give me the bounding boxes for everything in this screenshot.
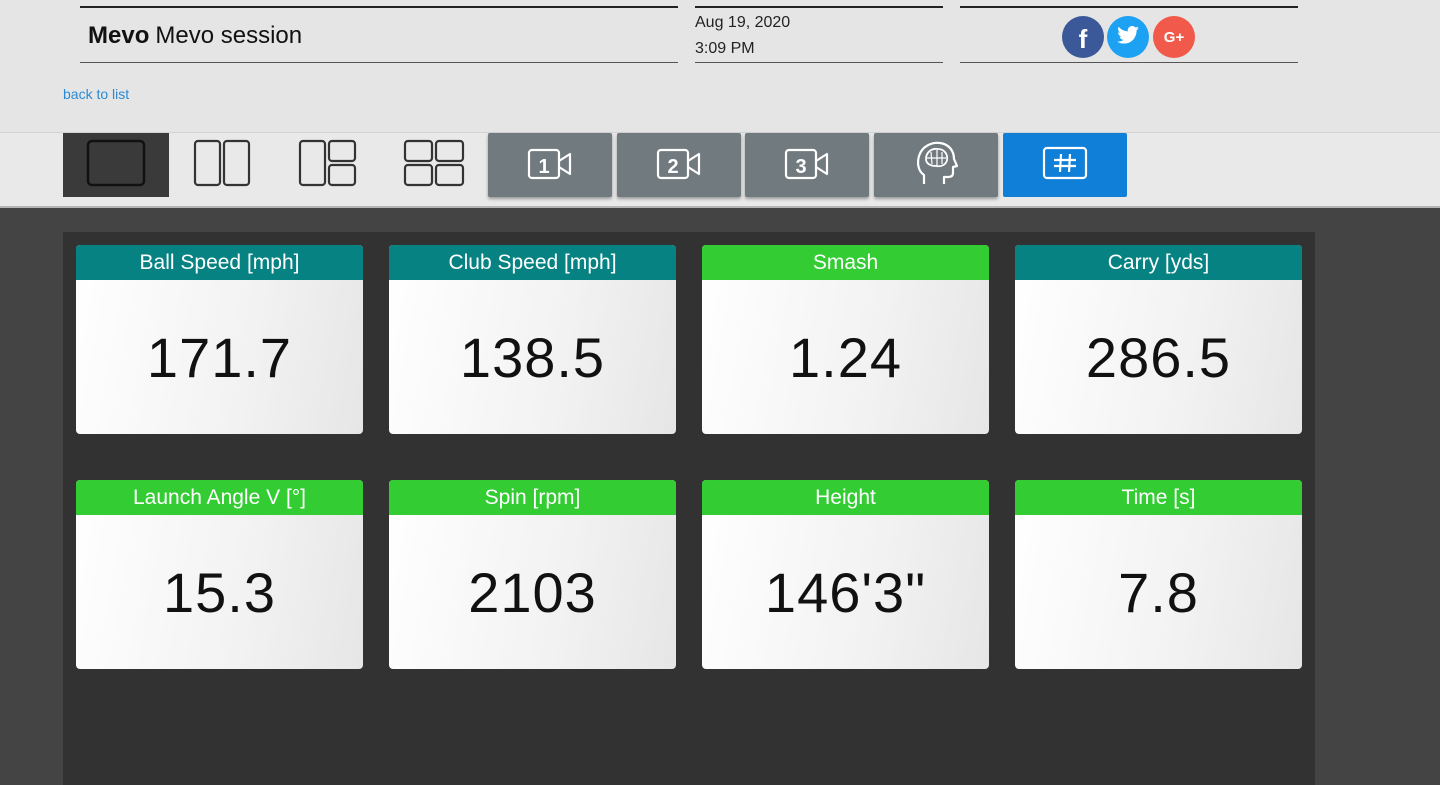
metric-label: Ball Speed [mph] <box>76 245 363 280</box>
layout-three-pane-button[interactable] <box>275 133 381 197</box>
twitter-share-button[interactable] <box>1107 16 1149 58</box>
session-date: Aug 19, 2020 <box>695 14 791 31</box>
metric-label: Height <box>702 480 989 515</box>
session-time: 3:09 PM <box>695 40 755 57</box>
svg-text:2: 2 <box>667 156 678 178</box>
view-toolbar: 1 2 3 <box>0 132 1440 208</box>
brand-name: Mevo <box>88 22 150 49</box>
page-title: Mevo Mevo session <box>88 22 302 50</box>
session-name: Mevo session <box>155 22 303 49</box>
metric-value: 2103 <box>468 560 597 624</box>
metric-label: Time [s] <box>1015 480 1302 515</box>
camera-2-button[interactable]: 2 <box>617 133 741 197</box>
share-box: f G+ <box>960 6 1298 63</box>
camera-2-icon: 2 <box>655 145 703 186</box>
camera-3-icon: 3 <box>783 145 831 186</box>
metric-value: 171.7 <box>146 325 293 389</box>
layout-single-button[interactable] <box>63 133 169 197</box>
camera-1-button[interactable]: 1 <box>488 133 612 197</box>
three-pane-layout-icon <box>297 138 359 193</box>
metric-value: 7.8 <box>1118 560 1199 624</box>
session-datetime-box: Aug 19, 2020 3:09 PM <box>695 6 943 63</box>
google-plus-icon: G+ <box>1163 28 1185 46</box>
metric-label: Launch Angle V [°] <box>76 480 363 515</box>
metric-label: Club Speed [mph] <box>389 245 676 280</box>
metric-card-spin: Spin [rpm] 2103 <box>389 480 676 669</box>
metric-value: 146'3" <box>764 560 927 624</box>
back-to-list-link[interactable]: back to list <box>63 86 129 102</box>
metric-card-smash: Smash 1.24 <box>702 245 989 434</box>
layout-four-pane-button[interactable] <box>381 133 487 197</box>
metrics-panel: Ball Speed [mph] 171.7 Club Speed [mph] … <box>63 232 1315 785</box>
metric-value: 138.5 <box>459 325 606 389</box>
camera-3-button[interactable]: 3 <box>745 133 869 197</box>
metric-label: Spin [rpm] <box>389 480 676 515</box>
single-pane-layout-icon <box>85 138 147 193</box>
twitter-icon <box>1117 25 1139 49</box>
svg-text:3: 3 <box>795 156 806 178</box>
camera-1-icon: 1 <box>526 145 574 186</box>
metric-card-club-speed: Club Speed [mph] 138.5 <box>389 245 676 434</box>
metric-value: 286.5 <box>1085 325 1232 389</box>
facebook-share-button[interactable]: f <box>1062 16 1104 58</box>
layout-two-pane-button[interactable] <box>169 133 275 197</box>
grid-hash-icon <box>1041 145 1089 186</box>
google-plus-share-button[interactable]: G+ <box>1153 16 1195 58</box>
metric-value: 15.3 <box>163 560 276 624</box>
metrics-grid-button[interactable] <box>1003 133 1127 197</box>
svg-text:1: 1 <box>538 156 549 178</box>
metric-label: Smash <box>702 245 989 280</box>
brain-head-icon <box>914 139 959 192</box>
analysis-button[interactable] <box>874 133 998 197</box>
two-pane-layout-icon <box>191 138 253 193</box>
metric-label: Carry [yds] <box>1015 245 1302 280</box>
metric-card-height: Height 146'3" <box>702 480 989 669</box>
session-title-box: Mevo Mevo session <box>80 6 678 63</box>
metric-card-time: Time [s] 7.8 <box>1015 480 1302 669</box>
session-header: Mevo Mevo session Aug 19, 2020 3:09 PM f … <box>0 0 1440 132</box>
metric-card-carry: Carry [yds] 286.5 <box>1015 245 1302 434</box>
metric-card-ball-speed: Ball Speed [mph] 171.7 <box>76 245 363 434</box>
metric-value: 1.24 <box>789 325 902 389</box>
facebook-icon: f <box>1078 24 1088 54</box>
four-pane-layout-icon <box>403 138 465 193</box>
metric-card-launch-angle: Launch Angle V [°] 15.3 <box>76 480 363 669</box>
